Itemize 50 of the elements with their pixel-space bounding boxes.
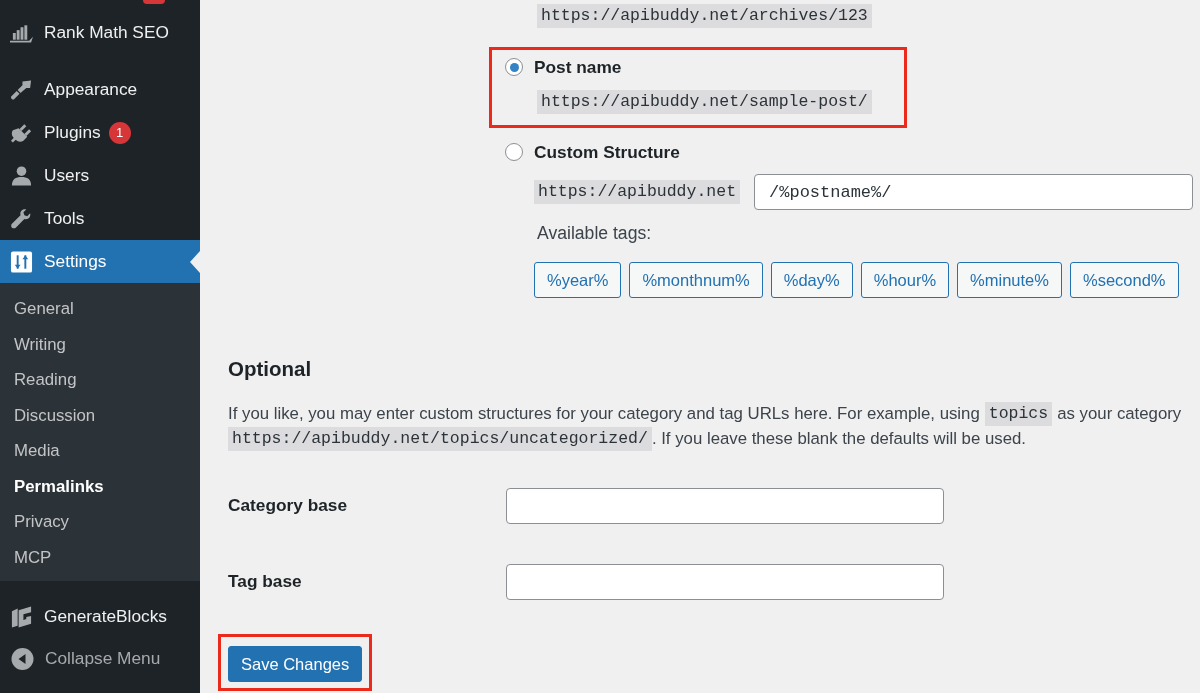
radio-button[interactable] <box>505 143 523 161</box>
wrench-icon <box>10 207 33 230</box>
menu-item[interactable]: Tools <box>0 197 200 240</box>
count-badge: 1 <box>108 121 131 144</box>
arrow-circle-icon <box>11 648 34 670</box>
save-button[interactable]: Save Changes <box>228 646 363 682</box>
submenu-item[interactable]: Discussion <box>0 397 200 433</box>
structure-field[interactable]: /%postname%/ <box>754 174 1194 210</box>
code-snippet: https://apibuddy.net/archives/123 <box>537 4 872 28</box>
submenu-item[interactable]: Writing <box>0 326 200 362</box>
tag-button[interactable]: %hour% <box>860 262 950 298</box>
paintbrush-icon <box>10 78 33 101</box>
tag-button[interactable]: %second% <box>1069 262 1179 298</box>
tag-button[interactable]: %day% <box>770 262 853 298</box>
tag-button[interactable]: %monthnum% <box>629 262 763 298</box>
code-snippet: https://apibuddy.net <box>534 180 741 204</box>
field-label: Tag base <box>228 570 303 594</box>
tag-button[interactable]: %minute% <box>957 262 1062 298</box>
submenu-item[interactable]: Permalinks <box>0 468 200 504</box>
submenu-item[interactable]: Media <box>0 433 200 469</box>
description-text: . If you leave these blank the defaults will be used. <box>651 428 1026 450</box>
code-snippet: https://apibuddy.net/sample-post/ <box>537 90 872 114</box>
code-snippet: https://apibuddy.net/topics/uncategorized/ <box>228 426 652 451</box>
submenu-item[interactable]: Privacy <box>0 504 200 540</box>
menu-item[interactable]: GenerateBlocks <box>0 595 200 638</box>
text-field[interactable] <box>506 564 944 600</box>
logo-icon <box>10 605 33 628</box>
pointer-icon <box>190 250 200 273</box>
field-label: Category base <box>228 494 349 518</box>
menu-item[interactable]: Users <box>0 154 200 197</box>
text-field[interactable] <box>506 488 944 524</box>
section-heading: Optional <box>228 357 313 381</box>
radio-button[interactable] <box>505 58 523 76</box>
submenu-item[interactable]: MCP <box>0 539 200 575</box>
menu-item[interactable]: Appearance <box>0 68 200 111</box>
submenu-item[interactable]: General <box>0 291 200 327</box>
collapse-menu-button[interactable]: Collapse Menu <box>0 638 200 680</box>
menu-item[interactable]: Plugins 1 <box>0 111 200 154</box>
radio-label[interactable]: Custom Structure <box>534 142 680 162</box>
sliders-icon <box>10 250 33 273</box>
code-snippet: topics <box>984 401 1053 426</box>
menu-item[interactable]: Settings <box>0 240 200 283</box>
description-text: as your category <box>1057 403 1182 425</box>
submenu-item[interactable]: Reading <box>0 362 200 398</box>
person-icon <box>10 164 33 187</box>
tag-button[interactable]: %year% <box>534 262 622 298</box>
menu-item[interactable]: Rank Math SEO <box>0 11 200 54</box>
tags-label: Available tags: <box>537 223 653 243</box>
radio-label[interactable]: Post name <box>534 57 622 77</box>
description-text: If you like, you may enter custom structures for your category and tag URLs here. For example, using <box>228 403 980 425</box>
